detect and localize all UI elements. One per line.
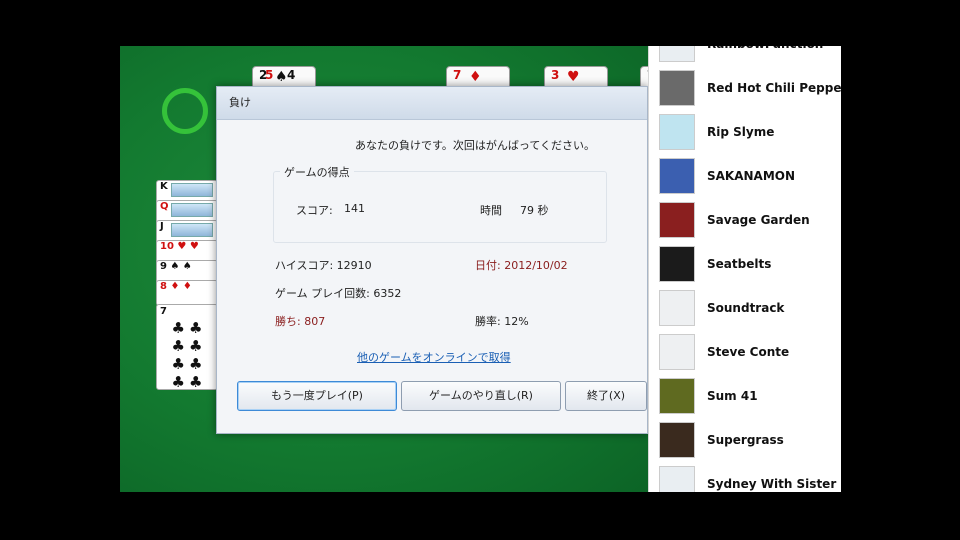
artist-name: Soundtrack (707, 301, 785, 315)
score-group-label: ゲームの得点 (280, 164, 354, 180)
tableau-card[interactable]: 8 ♦ ♦ (156, 280, 218, 306)
artist-row[interactable]: Sum 41 (649, 374, 841, 418)
album-art-thumbnail (659, 70, 695, 106)
tableau-column[interactable]: K Q J 10 ♥ ♥ 9 ♠ ♠ 8 ♦ ♦ 7 ♣♣ ♣♣ ♣♣ ♣♣ (156, 180, 218, 391)
artist-name: Rip Slyme (707, 125, 775, 139)
play-again-button[interactable]: もう一度プレイ(P) (237, 381, 397, 411)
artist-name: Sydney With Sister P (707, 477, 841, 491)
dialog-title: 負け (217, 87, 647, 120)
score-value: 141 (344, 202, 365, 215)
time-label: 時間 (480, 204, 502, 217)
artist-row[interactable]: Steve Conte (649, 330, 841, 374)
artist-row[interactable]: Supergrass (649, 418, 841, 462)
artist-row[interactable]: Savage Garden (649, 198, 841, 242)
album-art-thumbnail (659, 466, 695, 492)
exit-button[interactable]: 終了(X) (565, 381, 647, 411)
online-games-link[interactable]: 他のゲームをオンラインで取得 (357, 349, 511, 365)
artist-name: RainbowFunction (707, 46, 823, 66)
album-art-thumbnail (659, 46, 695, 62)
artist-row[interactable]: Soundtrack (649, 286, 841, 330)
card-face-image (171, 183, 213, 197)
artist-row[interactable]: Rip Slyme (649, 110, 841, 154)
restart-game-button[interactable]: ゲームのやり直し(R) (401, 381, 561, 411)
spade-icon: ♠ ♠ (170, 261, 192, 272)
heart-icon: ♥ ♥ (177, 241, 199, 252)
album-art-thumbnail (659, 158, 695, 194)
album-art-thumbnail (659, 246, 695, 282)
diamond-icon: ♦ (469, 69, 482, 85)
score-label: スコア: (296, 204, 333, 217)
club-icon: ♣♣ ♣♣ ♣♣ ♣♣ (171, 319, 207, 391)
album-art-thumbnail (659, 378, 695, 414)
artist-row[interactable]: Seatbelts (649, 242, 841, 286)
album-art-thumbnail (659, 202, 695, 238)
card-rank: 7 (453, 68, 462, 82)
artist-name: SAKANAMON (707, 169, 796, 183)
heart-icon: ♥ (567, 69, 580, 85)
card-rank: 3 (551, 68, 560, 82)
artist-row[interactable]: RainbowFunction (649, 46, 841, 66)
artist-name: Sum 41 (707, 389, 758, 403)
win-rate: 勝率: 12% (475, 315, 529, 328)
card-face-image (171, 203, 213, 217)
artist-row[interactable]: Sydney With Sister P (649, 462, 841, 492)
date: 日付: 2012/10/02 (475, 259, 568, 272)
time-value: 79 秒 (520, 204, 549, 217)
tableau-card-top[interactable]: 7 ♣♣ ♣♣ ♣♣ ♣♣ (156, 304, 218, 391)
artist-row[interactable]: Red Hot Chili Peppers (649, 66, 841, 110)
diamond-icon: ♦ ♦ (170, 281, 192, 292)
album-art-thumbnail (659, 114, 695, 150)
artist-name: Supergrass (707, 433, 784, 447)
artist-name: Seatbelts (707, 257, 772, 271)
album-art-thumbnail (659, 334, 695, 370)
artist-row[interactable]: SAKANAMON (649, 154, 841, 198)
album-art-thumbnail (659, 422, 695, 458)
highscore: ハイスコア: 12910 (275, 259, 372, 272)
artist-name: Red Hot Chili Peppers (707, 81, 841, 95)
wins: 勝ち: 807 (275, 315, 326, 328)
score-group: ゲームの得点 スコア: 141 時間 79 秒 (273, 164, 607, 243)
deck-slot-ring[interactable] (162, 88, 208, 134)
games-played: ゲーム プレイ回数: 6352 (275, 287, 402, 300)
album-art-thumbnail (659, 290, 695, 326)
spade-icon: ♠ (275, 69, 288, 85)
artist-list[interactable]: RainbowFunction Red Hot Chili Peppers Rip … (648, 46, 841, 492)
lose-message: あなたの負けです。次回はがんばってください。 (355, 139, 596, 152)
card-face-image (171, 223, 213, 237)
lose-dialog: 負け あなたの負けです。次回はがんばってください。 ゲームの得点 スコア: 14… (216, 86, 648, 434)
artist-name: Savage Garden (707, 213, 810, 227)
artist-name: Steve Conte (707, 345, 790, 359)
